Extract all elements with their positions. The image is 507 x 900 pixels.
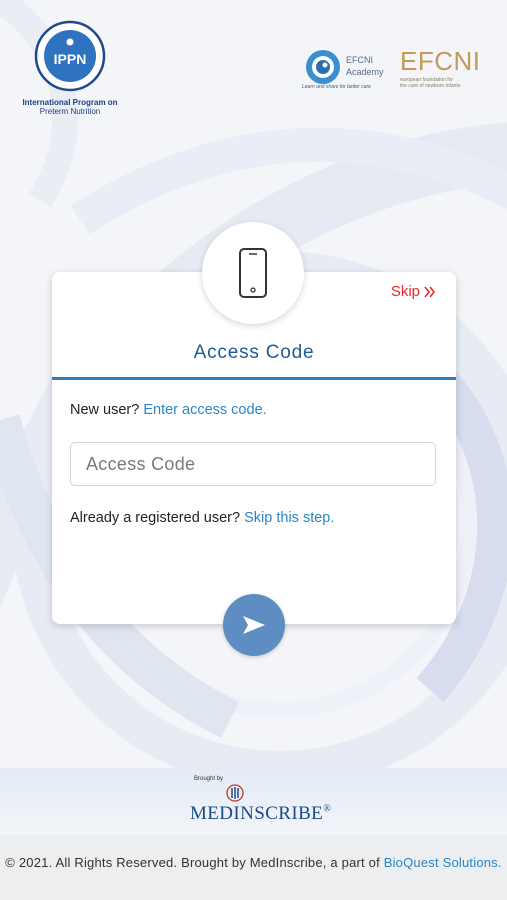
registered-user-prompt: Already a registered user? Skip this ste… [70, 510, 334, 526]
ippn-logo: IPPN International Program on Preterm Nu… [18, 20, 122, 116]
medinscribe-name: MEDINSCRIBE [190, 803, 324, 824]
footer: © 2021. All Rights Reserved. Brought by … [0, 834, 507, 900]
play-arrow-icon [243, 616, 265, 634]
copyright-text: © 2021. All Rights Reserved. Brought by … [5, 855, 380, 870]
skip-label: Skip [390, 283, 420, 300]
efcni-academy-logo: EFCNI Academy Learn and share for better… [302, 46, 396, 94]
bioquest-link[interactable]: BioQuest Solutions. [384, 855, 502, 870]
new-user-prompt: New user? Enter access code. [70, 402, 267, 418]
ippn-caption: International Program on Preterm Nutriti… [18, 98, 122, 116]
registered-mark: ® [323, 803, 332, 815]
efcni-academy-line1: EFCNI [346, 55, 373, 65]
phone-badge [202, 222, 304, 324]
ippn-badge-icon: IPPN [34, 20, 106, 92]
card-title: Access Code [193, 342, 315, 363]
skip-this-step-link[interactable]: Skip this step. [244, 510, 334, 526]
access-code-card: Skip Access Code New user? Enter access … [52, 272, 456, 624]
new-user-prefix: New user? [70, 402, 140, 418]
efcni-academy-text: EFCNI Academy [346, 54, 384, 78]
smartphone-icon [239, 248, 267, 298]
efcni-academy-tagline: Learn and share for better care [302, 84, 371, 90]
title-divider [52, 377, 456, 380]
ippn-caption-line2: Preterm Nutrition [39, 107, 101, 116]
registered-prefix: Already a registered user? [70, 510, 241, 526]
footer-text: © 2021. All Rights Reserved. Brought by … [0, 834, 507, 872]
efcni-subtitle-line2: the care of newborn infants [400, 83, 461, 89]
medinscribe-wordmark: MEDINSCRIBE® [190, 803, 331, 825]
ippn-caption-line1: International Program on [22, 98, 118, 107]
efcni-subtitle: european foundation for the care of newb… [400, 77, 492, 89]
efcni-logo: EFCNI european foundation for the care o… [400, 48, 492, 89]
medinscribe-logo-icon [226, 784, 244, 802]
enter-access-code-link[interactable]: Enter access code. [143, 402, 266, 418]
skip-button[interactable]: Skip [391, 283, 436, 300]
branding-band: Brought by MEDINSCRIBE® [0, 768, 507, 834]
efcni-academy-icon [306, 50, 340, 84]
double-chevron-right-icon [424, 286, 436, 297]
brought-by-label: Brought by [194, 776, 224, 782]
ippn-badge-text: IPPN [54, 51, 87, 67]
efcni-wordmark: EFCNI [400, 46, 481, 76]
submit-button[interactable] [223, 594, 285, 656]
efcni-academy-line2: Academy [346, 67, 384, 77]
access-code-input[interactable] [70, 442, 436, 486]
